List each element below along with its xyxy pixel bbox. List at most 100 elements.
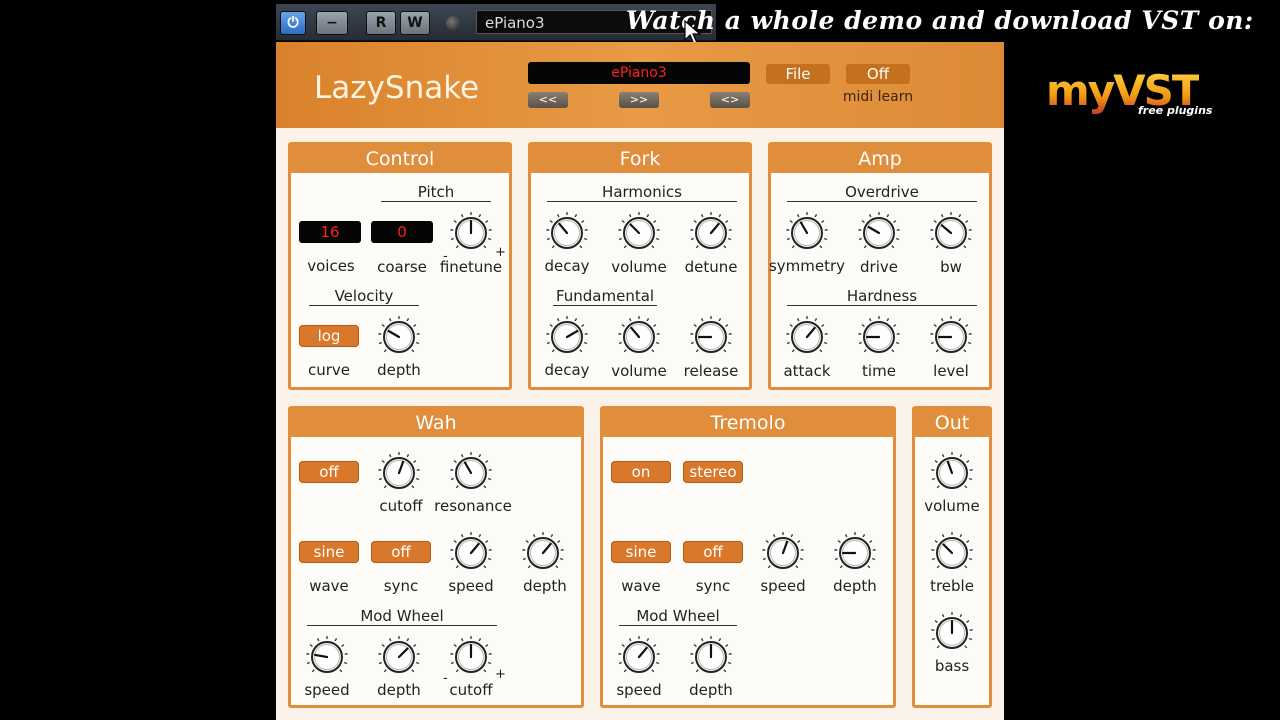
control-title: Control [291, 145, 509, 173]
tremolo-speed-knob[interactable] [761, 531, 805, 575]
swap-patch-button[interactable]: <> [710, 92, 750, 108]
wah-resonance-knob[interactable] [449, 451, 493, 495]
knob-icon [762, 532, 804, 569]
time-knob[interactable] [857, 315, 901, 359]
control-panel: Control Pitch 16 0 - + voices coarse fin… [288, 142, 512, 390]
fork-panel: Fork Harmonics decay volume detune Funda… [528, 142, 752, 390]
drive-label: drive [860, 258, 898, 276]
file-button[interactable]: File [766, 64, 830, 84]
curve-label: curve [307, 361, 351, 379]
knob-icon [618, 636, 660, 673]
finetune-knob[interactable] [449, 211, 493, 255]
output-treble-label: treble [930, 577, 974, 595]
tremolo-panel: Tremolo on stereo sine off wave sync spe… [600, 406, 896, 708]
wah-modwheel-speed-label: speed [304, 681, 350, 699]
knob-icon [930, 316, 972, 353]
tremolo-onoff-toggle[interactable]: on [611, 461, 671, 483]
knob-icon [786, 212, 828, 249]
wah-modwheel-speed-knob[interactable] [305, 635, 349, 679]
write-automation-button[interactable]: W [400, 11, 430, 35]
coarse-display[interactable]: 0 [371, 221, 433, 243]
harmonics-detune-knob[interactable] [689, 211, 733, 255]
tremolo-depth-label: depth [833, 577, 877, 595]
bandwidth-knob[interactable] [929, 211, 973, 255]
tremolo-wave-label: wave [621, 577, 661, 595]
wah-speed-knob[interactable] [449, 531, 493, 575]
wah-onoff-toggle[interactable]: off [299, 461, 359, 483]
power-button[interactable]: ⏻ [280, 11, 306, 35]
out-panel: Out volume treble bass [912, 406, 992, 708]
symmetry-knob[interactable] [785, 211, 829, 255]
harmonics-decay-label: decay [544, 257, 590, 275]
wah-modwheel-cutoff-knob[interactable] [449, 635, 493, 679]
tremolo-wave-selector[interactable]: sine [611, 541, 671, 563]
wah-depth-label: depth [523, 577, 567, 595]
tremolo-stereo-toggle[interactable]: stereo [683, 461, 743, 483]
fundamental-decay-knob[interactable] [545, 315, 589, 359]
previous-patch-button[interactable]: << [528, 92, 568, 108]
wah-wave-selector[interactable]: sine [299, 541, 359, 563]
drive-knob[interactable] [857, 211, 901, 255]
knob-icon [546, 212, 588, 249]
tremolo-modwheel-depth-knob[interactable] [689, 635, 733, 679]
pitch-heading: Pitch [381, 183, 491, 202]
attack-label: attack [783, 362, 831, 380]
wah-depth-knob[interactable] [521, 531, 565, 575]
voices-display[interactable]: 16 [299, 221, 361, 243]
myvst-logo: myVST free plugins [1046, 66, 1213, 117]
tremolo-modwheel-speed-label: speed [616, 681, 662, 699]
finetune-label: finetune [439, 258, 503, 276]
knob-icon [546, 316, 588, 353]
symmetry-label: symmetry [768, 257, 846, 275]
harmonics-decay-knob[interactable] [545, 211, 589, 255]
overdrive-heading: Overdrive [787, 183, 977, 202]
tremolo-depth-knob[interactable] [833, 531, 877, 575]
fundamental-release-knob[interactable] [689, 315, 733, 359]
fundamental-release-label: release [683, 362, 739, 380]
wah-modwheel-cutoff-label: cutoff [449, 681, 493, 699]
wah-modwheel-depth-knob[interactable] [377, 635, 421, 679]
wah-modwheel-cutoff-plus: + [495, 667, 506, 682]
wah-cutoff-knob[interactable] [377, 451, 421, 495]
level-knob[interactable] [929, 315, 973, 359]
hardness-heading: Hardness [787, 287, 977, 306]
tremolo-sync-toggle[interactable]: off [683, 541, 743, 563]
harmonics-volume-label: volume [611, 258, 667, 276]
knob-icon [930, 212, 972, 249]
wah-speed-label: speed [448, 577, 494, 595]
plugin-title: LazySnake [314, 70, 480, 106]
curve-selector[interactable]: log [299, 325, 359, 347]
wah-panel: Wah off cutoff resonance sine off wave s… [288, 406, 584, 708]
minimize-button[interactable]: − [316, 11, 348, 35]
fundamental-volume-knob[interactable] [617, 315, 661, 359]
knob-icon [618, 212, 660, 249]
level-label: level [933, 362, 969, 380]
knob-icon [690, 636, 732, 673]
knob-icon [450, 532, 492, 569]
read-automation-button[interactable]: R [366, 11, 396, 35]
output-bass-label: bass [934, 657, 970, 675]
knob-icon [450, 212, 492, 249]
tremolo-title: Tremolo [603, 409, 893, 437]
knob-icon [931, 612, 973, 649]
knob-icon [786, 316, 828, 353]
wah-sync-toggle[interactable]: off [371, 541, 431, 563]
amp-title: Amp [771, 145, 989, 173]
out-title: Out [915, 409, 989, 437]
tremolo-modwheel-heading: Mod Wheel [619, 607, 737, 626]
output-treble-knob[interactable] [930, 531, 974, 575]
output-bass-knob[interactable] [930, 611, 974, 655]
midi-learn-toggle[interactable]: Off [846, 64, 910, 84]
knob-icon [522, 532, 564, 569]
output-volume-knob[interactable] [930, 451, 974, 495]
attack-knob[interactable] [785, 315, 829, 359]
power-icon: ⏻ [287, 15, 299, 31]
wah-cutoff-label: cutoff [379, 497, 423, 515]
harmonics-volume-knob[interactable] [617, 211, 661, 255]
velocity-depth-knob[interactable] [377, 315, 421, 359]
knob-icon [690, 316, 732, 353]
tremolo-modwheel-speed-knob[interactable] [617, 635, 661, 679]
next-patch-button[interactable]: >> [619, 92, 659, 108]
knob-icon [858, 316, 900, 353]
knob-icon [378, 636, 420, 673]
